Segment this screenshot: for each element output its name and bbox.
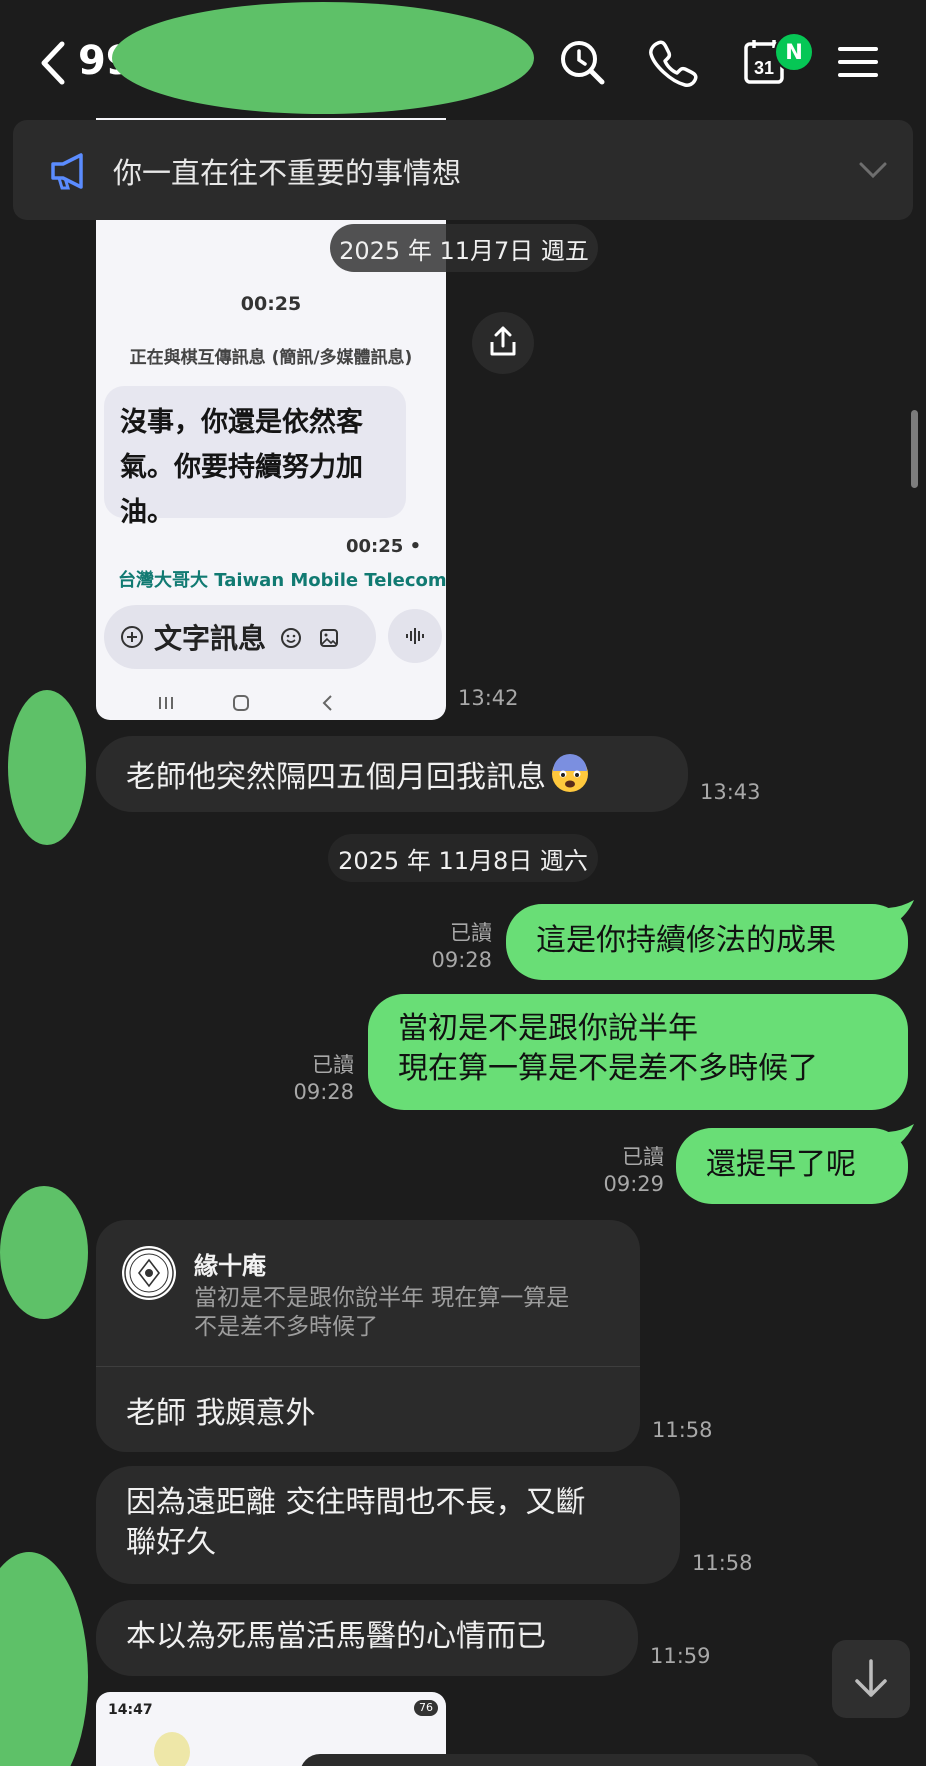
menu-icon[interactable] [830, 34, 886, 90]
sender-seal-logo [122, 1246, 176, 1300]
read-label: 已讀 [312, 1053, 354, 1077]
quoted-message[interactable]: 當初是不是跟你說半年 現在算一算是 不是差不多時候了 [194, 1284, 624, 1342]
reply-sender-name: 緣十庵 [194, 1252, 266, 1280]
recents-nav-icon [159, 697, 173, 709]
message-text: 老師他突然隔四五個月回我訊息 [126, 754, 590, 797]
screenshot-battery: 76 [414, 1700, 438, 1716]
screenshot-carrier: 台灣大哥大 Taiwan Mobile Telecom [118, 570, 446, 591]
share-icon [490, 326, 516, 356]
chevron-down-icon[interactable] [855, 156, 891, 184]
message-time: 11:58 [692, 1551, 753, 1575]
back-nav-icon [322, 695, 332, 711]
quoted-line: 當初是不是跟你說半年 現在算一算是 [194, 1285, 570, 1311]
screenshot-message-line: 沒事，你還是依然客 [120, 407, 363, 438]
date-separator: 2025 年 11月8日 週六 [328, 834, 598, 882]
announcement-text: 你一直在往不重要的事情想 [113, 156, 462, 190]
screenshot-input-placeholder: 文字訊息 [154, 622, 267, 655]
megaphone-icon [51, 153, 83, 190]
screenshot-message-line: 氣。你要持續努力加 [120, 452, 363, 483]
back-arrow-icon[interactable] [34, 38, 74, 88]
screenshot-message-time: 00:25 • [346, 536, 422, 557]
incoming-message-bubble[interactable]: 本以為死馬當活馬醫的心情而已 [96, 1600, 638, 1676]
read-receipt: 已讀 09:28 [262, 1052, 354, 1106]
incoming-message-bubble[interactable]: 老師他突然隔四五個月回我訊息 [96, 736, 688, 812]
share-button[interactable] [472, 312, 534, 374]
plus-circle-icon [121, 626, 143, 648]
phone-icon[interactable] [644, 34, 700, 90]
chat-screen: 00:25 正在與棋互傳訊息 (簡訊/多媒體訊息) 沒事，你還是依然客 氣。你要… [0, 0, 926, 1766]
message-time: 11:58 [652, 1418, 713, 1442]
arrow-down-icon [855, 1659, 887, 1697]
screenshot-time: 00:25 [240, 293, 302, 315]
avatar-mask[interactable] [8, 690, 86, 845]
message-line: 這是你持續修法的成果 [536, 923, 836, 958]
input-bar-peek [300, 1754, 820, 1766]
outgoing-message-bubble[interactable]: 還提早了呢 [676, 1128, 908, 1204]
outgoing-message-bubble[interactable]: 當初是不是跟你說半年 現在算一算是不是差不多時候了 [368, 994, 908, 1110]
divider [96, 1366, 640, 1367]
screenshot-input-field: 文字訊息 [104, 605, 376, 669]
screenshot-conversation-info: 正在與棋互傳訊息 (簡訊/多媒體訊息) [129, 348, 413, 368]
scrollbar[interactable] [911, 410, 918, 488]
read-receipt: 已讀 09:29 [572, 1144, 664, 1198]
read-label: 已讀 [450, 921, 492, 945]
message-line: 還提早了呢 [706, 1147, 856, 1182]
outgoing-message-bubble[interactable]: 這是你持續修法的成果 [506, 904, 908, 980]
fearful-face-emoji-icon [552, 754, 588, 792]
reply-text: 老師 我頗意外 [126, 1396, 316, 1431]
message-time: 09:28 [293, 1080, 354, 1104]
screenshot-status-time: 14:47 [108, 1702, 153, 1718]
read-label: 已讀 [622, 1145, 664, 1169]
seal-icon [124, 1248, 174, 1298]
reply-message-bubble[interactable]: 緣十庵 當初是不是跟你說半年 現在算一算是 不是差不多時候了 老師 我頗意外 [96, 1220, 640, 1452]
image-icon [320, 629, 338, 647]
screenshot-voice-button [388, 609, 442, 663]
message-time: 13:42 [458, 686, 519, 710]
scroll-to-bottom-button[interactable] [832, 1640, 910, 1718]
message-line: 聯好久 [126, 1525, 216, 1560]
message-time: 13:43 [700, 780, 761, 804]
screenshot-avatar [154, 1732, 190, 1766]
avatar-mask[interactable] [0, 1552, 88, 1766]
calendar-new-badge: N [774, 32, 814, 72]
message-line: 老師他突然隔四五個月回我訊息 [126, 760, 546, 795]
message-time: 09:28 [431, 948, 492, 972]
message-line: 因為遠距離 交往時間也不長，又斷 [126, 1485, 586, 1520]
read-receipt: 已讀 09:28 [400, 920, 492, 974]
incoming-message-bubble[interactable]: 因為遠距離 交往時間也不長，又斷 聯好久 [96, 1466, 680, 1584]
message-line: 本以為死馬當活馬醫的心情而已 [126, 1619, 546, 1654]
home-nav-icon [233, 695, 249, 711]
message-time: 09:29 [603, 1172, 664, 1196]
waveform-icon [406, 628, 424, 644]
privacy-mask [112, 2, 534, 114]
message-line: 當初是不是跟你說半年 [398, 1011, 698, 1046]
quoted-line: 不是差不多時候了 [194, 1314, 378, 1340]
screenshot-message-bubble: 沒事，你還是依然客 氣。你要持續努力加 油。 [104, 386, 406, 528]
emoji-icon [281, 628, 301, 648]
chat-header: 99 31 N [0, 0, 926, 118]
bubble-tail [886, 900, 914, 924]
bubble-tail [886, 1124, 914, 1148]
message-line: 現在算一算是不是差不多時候了 [398, 1051, 818, 1086]
search-icon[interactable] [554, 34, 610, 90]
calendar-day: 31 [754, 58, 774, 78]
announcement-bar[interactable]: 你一直在往不重要的事情想 [13, 120, 913, 220]
message-time: 11:59 [650, 1644, 711, 1668]
avatar-mask[interactable] [0, 1186, 88, 1319]
screenshot-message-line: 油。 [120, 497, 174, 528]
date-separator: 2025 年 11月7日 週五 [330, 224, 598, 272]
